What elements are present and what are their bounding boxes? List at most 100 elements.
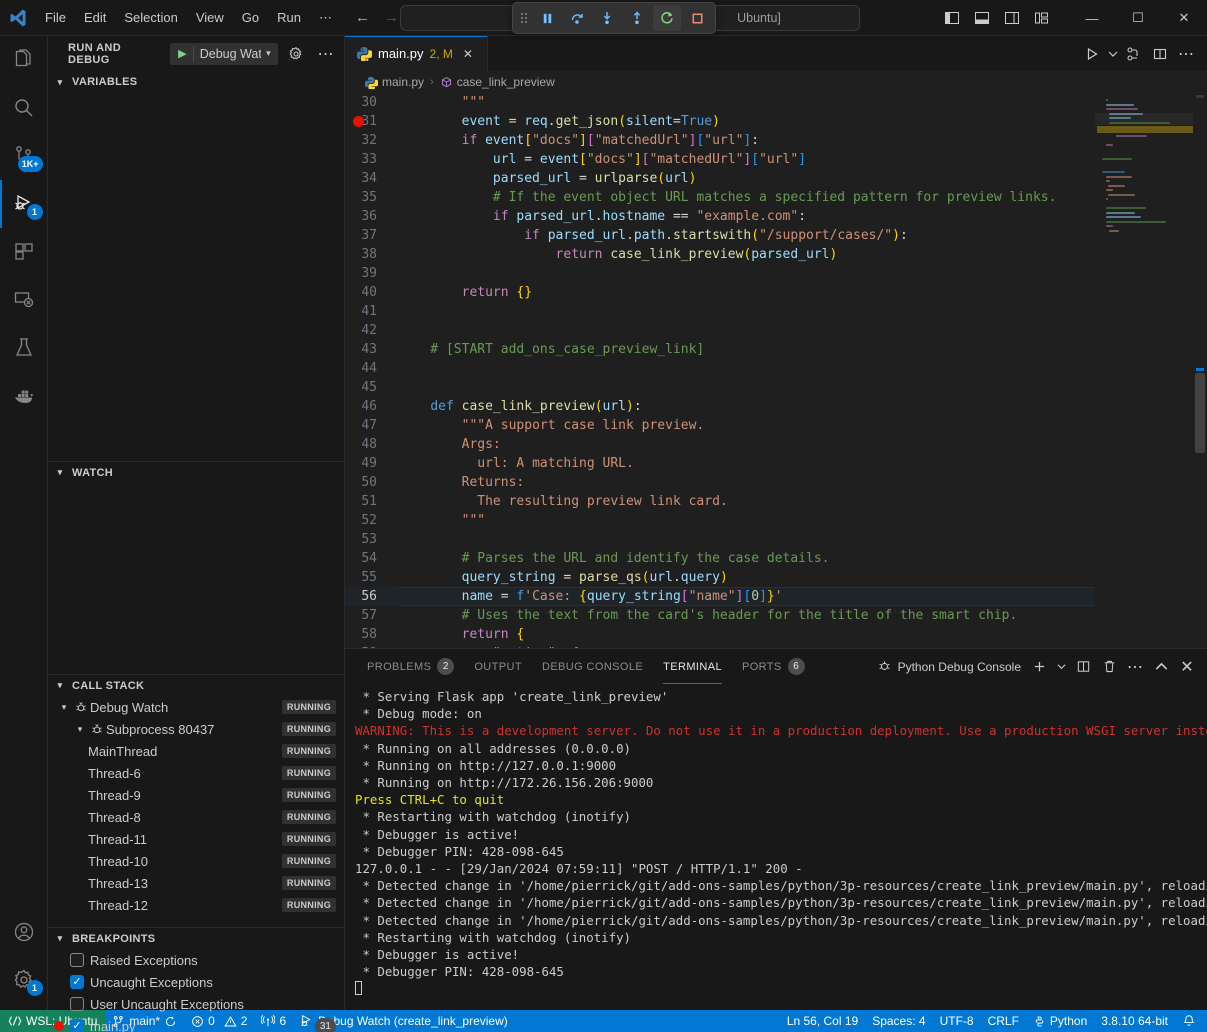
code-line[interactable]: 43 # [START add_ons_case_preview_link] — [345, 340, 1095, 359]
call-stack-row[interactable]: ▾Subprocess 80437RUNNING — [48, 718, 344, 740]
debug-toolbar[interactable] — [512, 2, 716, 34]
arrow-right-icon[interactable]: → — [384, 10, 399, 25]
breakpoints-pane-header[interactable]: ▾ BREAKPOINTS — [48, 927, 344, 949]
stop-button[interactable] — [683, 5, 711, 31]
close-button[interactable]: ✕ — [1161, 0, 1207, 36]
configure-gear-icon[interactable] — [286, 43, 307, 65]
code-line[interactable]: 51 The resulting preview link card. — [345, 492, 1095, 511]
code-content[interactable]: 30 """31 event = req.get_json(silent=Tru… — [345, 93, 1095, 648]
sidebar-item-accounts[interactable] — [0, 908, 48, 956]
menu-edit[interactable]: Edit — [76, 7, 114, 28]
customize-layout-icon[interactable] — [1027, 3, 1057, 33]
call-stack-row[interactable]: Thread-6RUNNING — [48, 762, 344, 784]
minimize-button[interactable]: — — [1069, 0, 1115, 36]
editor-more-actions-icon[interactable]: ⋯ — [1173, 40, 1199, 68]
code-line[interactable]: 49 url: A matching URL. — [345, 454, 1095, 473]
toggle-secondary-sidebar-icon[interactable] — [997, 3, 1027, 33]
close-icon[interactable]: ✕ — [459, 45, 477, 63]
breakpoint-row[interactable]: User Uncaught Exceptions — [48, 993, 344, 1015]
code-line[interactable]: 56 name = f'Case: {query_string["name"][… — [345, 587, 1095, 606]
breakpoint-row[interactable]: Raised Exceptions — [48, 949, 344, 971]
code-editor[interactable]: 30 """31 event = req.get_json(silent=Tru… — [345, 93, 1207, 648]
watch-pane-header[interactable]: ▾ WATCH — [48, 461, 344, 483]
status-indentation[interactable]: Spaces: 4 — [865, 1010, 932, 1032]
chevron-down-icon[interactable]: ▾ — [56, 702, 72, 713]
tab-main-py[interactable]: main.py 2, M ✕ — [345, 36, 488, 71]
code-line[interactable]: 45 — [345, 378, 1095, 397]
sidebar-item-search[interactable] — [0, 84, 48, 132]
restart-button[interactable] — [653, 5, 681, 31]
code-line[interactable]: 54 # Parses the URL and identify the cas… — [345, 549, 1095, 568]
maximize-button[interactable]: ☐ — [1115, 0, 1161, 36]
code-line[interactable]: 46 def case_link_preview(url): — [345, 397, 1095, 416]
code-line[interactable]: 33 url = event["docs"]["matchedUrl"]["ur… — [345, 150, 1095, 169]
sidebar-more-actions-icon[interactable]: ⋯ — [315, 43, 336, 65]
code-line[interactable]: 55 query_string = parse_qs(url.query) — [345, 568, 1095, 587]
close-panel-button[interactable]: ✕ — [1175, 655, 1199, 679]
new-terminal-button[interactable] — [1027, 655, 1051, 679]
menu-go[interactable]: Go — [234, 7, 267, 28]
call-stack-row[interactable]: Thread-9RUNNING — [48, 784, 344, 806]
breadcrumb-symbol[interactable]: case_link_preview — [457, 75, 555, 89]
sidebar-item-remote-explorer[interactable] — [0, 276, 48, 324]
menu-more[interactable]: ⋯ — [311, 7, 340, 29]
sidebar-item-testing[interactable] — [0, 324, 48, 372]
tab-terminal[interactable]: TERMINAL — [653, 649, 732, 684]
toggle-panel-icon[interactable] — [967, 3, 997, 33]
code-line[interactable]: 31 event = req.get_json(silent=True) — [345, 112, 1095, 131]
call-stack-row[interactable]: Thread-13RUNNING — [48, 872, 344, 894]
maximize-panel-button[interactable] — [1149, 655, 1173, 679]
sidebar-item-extensions[interactable] — [0, 228, 48, 276]
split-terminal-button[interactable] — [1071, 655, 1095, 679]
breakpoint-checkbox[interactable] — [70, 975, 84, 989]
breakpoint-checkbox[interactable] — [70, 1019, 84, 1032]
breadcrumb-file[interactable]: main.py — [382, 75, 424, 89]
tab-problems[interactable]: PROBLEMS2 — [357, 649, 464, 684]
run-options-chevron-icon[interactable] — [1105, 40, 1121, 68]
editor-scrollbar[interactable] — [1193, 93, 1207, 648]
code-line[interactable]: 36 if parsed_url.hostname == "example.co… — [345, 207, 1095, 226]
launch-config-dropdown[interactable]: ▶ Debug Wat ▾ — [170, 43, 278, 65]
tab-debug-console[interactable]: DEBUG CONSOLE — [532, 649, 653, 684]
code-line[interactable]: 44 — [345, 359, 1095, 378]
step-into-button[interactable] — [593, 5, 621, 31]
breakpoint-checkbox[interactable] — [70, 953, 84, 967]
minimap[interactable] — [1095, 93, 1193, 648]
play-icon[interactable]: ▶ — [172, 47, 193, 60]
code-line[interactable]: 32 if event["docs"]["matchedUrl"]["url"]… — [345, 131, 1095, 150]
code-line[interactable]: 52 """ — [345, 511, 1095, 530]
status-eol[interactable]: CRLF — [981, 1010, 1026, 1032]
sidebar-item-manage[interactable]: 1 — [0, 956, 48, 1004]
call-stack-row[interactable]: Thread-11RUNNING — [48, 828, 344, 850]
sidebar-item-run-and-debug[interactable]: 1 — [0, 180, 48, 228]
menu-view[interactable]: View — [188, 7, 232, 28]
status-encoding[interactable]: UTF-8 — [933, 1010, 981, 1032]
toggle-primary-sidebar-icon[interactable] — [937, 3, 967, 33]
run-python-file-button[interactable] — [1079, 40, 1105, 68]
breakpoint-checkbox[interactable] — [70, 997, 84, 1011]
drag-handle-icon[interactable] — [517, 11, 531, 25]
code-line[interactable]: 57 # Uses the text from the card's heade… — [345, 606, 1095, 625]
pause-button[interactable] — [533, 5, 561, 31]
sidebar-item-docker[interactable] — [0, 372, 48, 420]
code-line[interactable]: 41 — [345, 302, 1095, 321]
chevron-down-icon[interactable]: ▾ — [261, 48, 276, 59]
split-editor-icon[interactable] — [1147, 40, 1173, 68]
status-cursor-position[interactable]: Ln 56, Col 19 — [780, 1010, 865, 1032]
active-terminal-name[interactable]: Python Debug Console — [873, 658, 1025, 676]
status-interpreter[interactable]: 3.8.10 64-bit — [1094, 1010, 1175, 1032]
breakpoint-row[interactable]: main.py31 — [48, 1015, 344, 1032]
code-line[interactable]: 42 — [345, 321, 1095, 340]
sidebar-item-explorer[interactable] — [0, 36, 48, 84]
terminal-output[interactable]: * Serving Flask app 'create_link_preview… — [345, 684, 1207, 1010]
breakpoint-dot-icon[interactable] — [353, 116, 364, 127]
code-line[interactable]: 59 "action": { — [345, 644, 1095, 648]
status-notifications[interactable] — [1175, 1010, 1203, 1032]
code-line[interactable]: 34 parsed_url = urlparse(url) — [345, 169, 1095, 188]
scrollbar-thumb[interactable] — [1195, 373, 1205, 453]
menu-selection[interactable]: Selection — [116, 7, 185, 28]
variables-pane-header[interactable]: ▾ VARIABLES — [48, 71, 344, 93]
code-line[interactable]: 53 — [345, 530, 1095, 549]
chevron-down-icon[interactable]: ▾ — [72, 724, 88, 735]
menu-file[interactable]: File — [37, 7, 74, 28]
